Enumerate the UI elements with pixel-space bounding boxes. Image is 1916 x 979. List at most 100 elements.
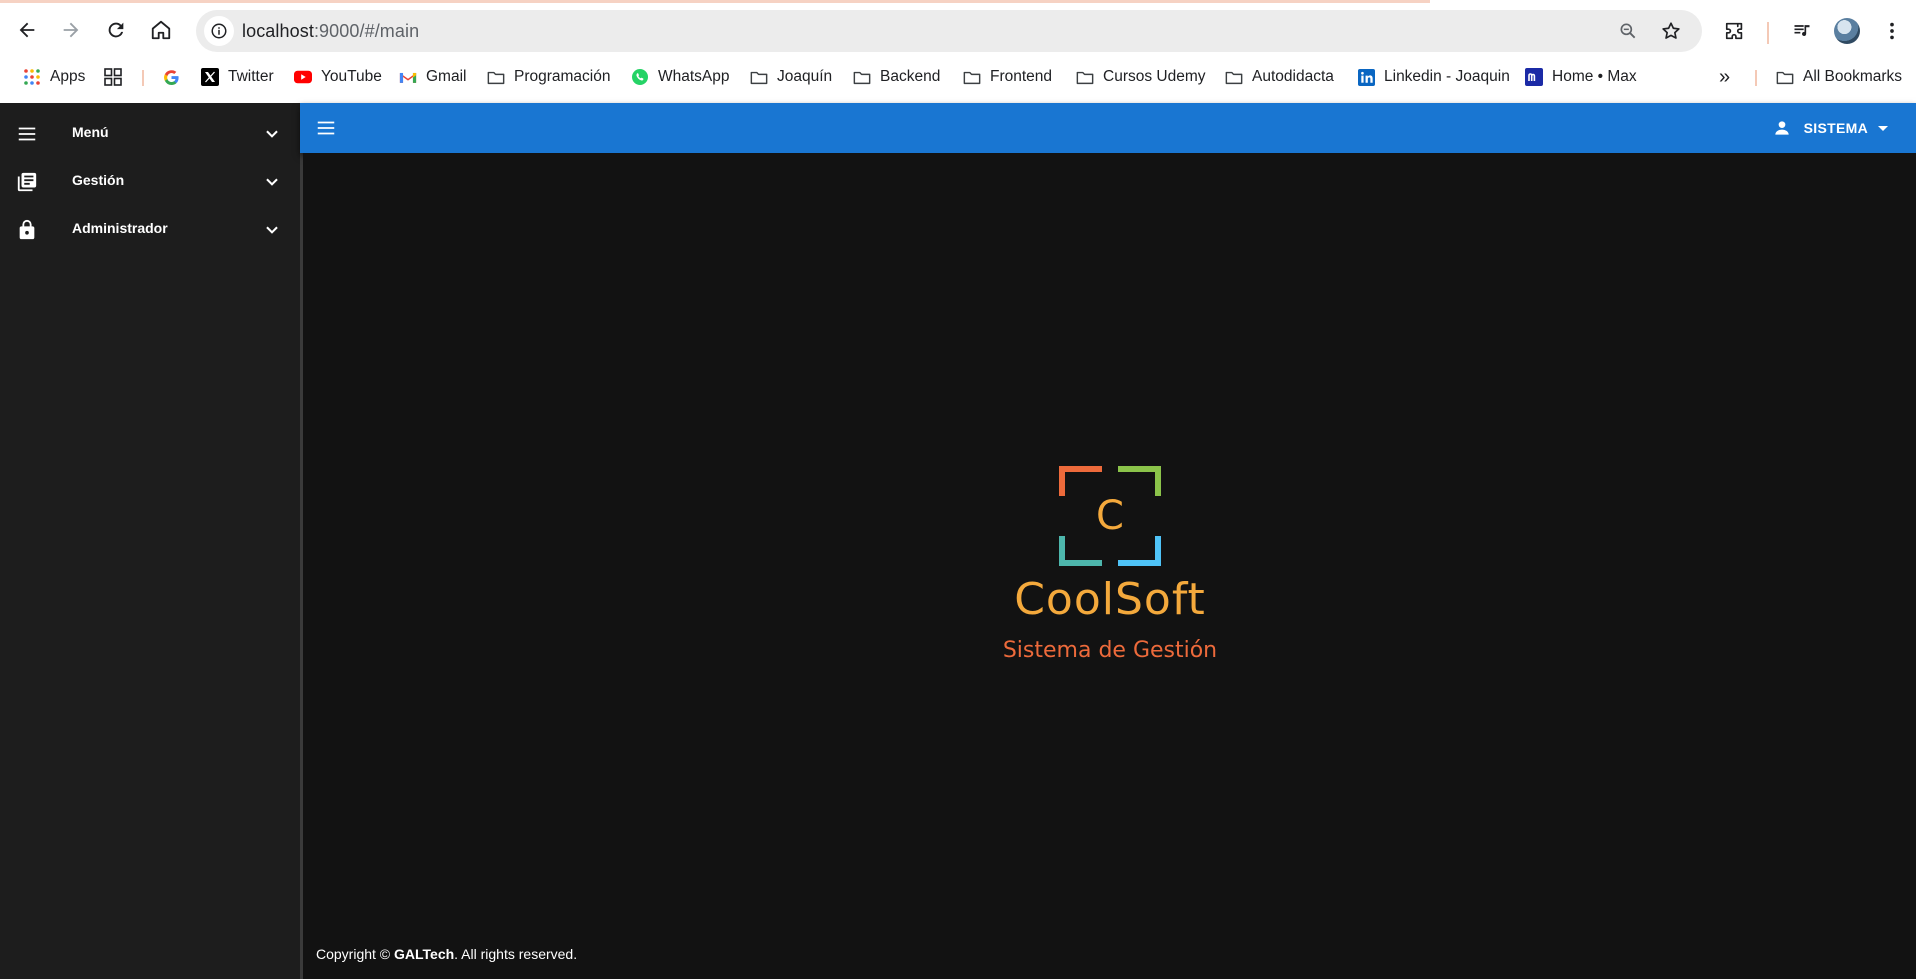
tab-groups-icon [104, 68, 122, 86]
sidebar: Menú Gestión Administrador [0, 103, 300, 979]
bookmark-frontend[interactable]: Frontend [963, 62, 1052, 92]
sidebar-item-administrador[interactable]: Administrador [0, 206, 300, 254]
bookmark-divider [142, 70, 144, 86]
media-controls-button[interactable] [1789, 18, 1815, 44]
site-info-button[interactable] [204, 16, 234, 46]
bookmark-tab-groups[interactable] [104, 62, 131, 92]
bookmark-autodidacta[interactable]: Autodidacta [1225, 62, 1334, 92]
main-content [303, 153, 1916, 979]
url-path: :9000/#/main [313, 21, 420, 41]
bookmark-label: Joaquín [777, 68, 833, 85]
company-name: GALTech [394, 946, 455, 962]
bookmark-label: Programación [514, 68, 611, 85]
youtube-icon [294, 68, 312, 86]
brand-name: CoolSoft [1014, 574, 1206, 625]
media-queue-icon [1794, 25, 1810, 36]
logo-letter: C [1096, 493, 1124, 539]
footer-copyright: Copyright © GALTech. All rights reserved… [316, 946, 577, 962]
bookmark-gmail[interactable]: Gmail [399, 62, 466, 92]
kebab-menu-icon [1890, 22, 1894, 40]
address-bar[interactable]: localhost:9000/#/main [196, 10, 1702, 52]
bookmark-label: Gmail [426, 68, 467, 85]
bookmark-programacion[interactable]: Programación [487, 62, 611, 92]
folder-icon [1225, 68, 1243, 86]
gmail-icon [399, 68, 417, 86]
coolsoft-logo: C [1059, 466, 1161, 566]
bookmark-joaquin[interactable]: Joaquín [750, 62, 832, 92]
lock-icon [15, 218, 39, 242]
bookmark-label: Backend [880, 68, 941, 85]
bookmark-star-button[interactable] [1659, 19, 1683, 43]
copyright-suffix: . All rights reserved. [454, 946, 578, 962]
bookmark-apps[interactable]: Apps [23, 62, 85, 92]
bookmark-label: Autodidacta [1252, 68, 1334, 85]
zoom-button[interactable] [1616, 19, 1640, 43]
all-bookmarks-button[interactable]: All Bookmarks [1776, 62, 1902, 92]
folder-icon [750, 68, 768, 86]
user-menu-button[interactable]: SISTEMA [1770, 115, 1888, 141]
arrow-left-icon [19, 22, 35, 38]
extensions-button[interactable] [1722, 18, 1748, 44]
bookmarks-bar: Apps Twitter YouTube Gmail Programación … [0, 62, 1916, 92]
menu-toggle-button[interactable] [314, 116, 338, 140]
bookmark-home-max[interactable]: Home • Max [1525, 62, 1637, 92]
bookmark-twitter[interactable]: Twitter [201, 62, 274, 92]
caret-down-icon [1878, 125, 1888, 131]
star-icon [1662, 22, 1680, 39]
user-name: SISTEMA [1803, 120, 1868, 136]
person-icon [1770, 116, 1794, 140]
url-host: localhost [242, 21, 314, 41]
bookmark-label: Apps [50, 68, 86, 85]
reload-button[interactable] [98, 12, 134, 48]
brand-tagline: Sistema de Gestión [1002, 638, 1218, 663]
address-row: localhost:9000/#/main [0, 7, 1916, 55]
chevron-down-icon [260, 170, 284, 194]
arrow-right-icon [63, 22, 79, 38]
folder-icon [1076, 68, 1094, 86]
hamburger-icon [15, 122, 39, 146]
browser-chrome: localhost:9000/#/main Apps Twitter YouTu… [0, 0, 1916, 103]
forward-button[interactable] [53, 12, 89, 48]
bookmark-label: Frontend [990, 68, 1053, 85]
sidebar-item-label: Gestión [72, 172, 125, 188]
bookmark-divider [1755, 70, 1757, 86]
avatar[interactable] [1834, 18, 1860, 44]
hamburger-icon [317, 121, 335, 135]
bookmark-label: Linkedin - Joaquin [1384, 68, 1510, 85]
linkedin-icon [1357, 68, 1375, 86]
bookmark-whatsapp[interactable]: WhatsApp [631, 62, 730, 92]
bookmark-label: Twitter [228, 68, 274, 85]
browser-menu-button[interactable] [1879, 18, 1905, 44]
bookmark-backend[interactable]: Backend [853, 62, 940, 92]
info-icon [211, 23, 227, 39]
sidebar-item-label: Administrador [72, 220, 168, 236]
bookmark-youtube[interactable]: YouTube [294, 62, 382, 92]
folder-icon [487, 68, 505, 86]
whatsapp-icon [631, 68, 649, 86]
back-button[interactable] [9, 12, 45, 48]
reload-icon [108, 22, 124, 38]
url-text[interactable]: localhost:9000/#/main [242, 21, 419, 42]
copyright-prefix: Copyright © [316, 946, 391, 962]
folder-icon [1776, 68, 1794, 86]
bookmark-cursos-udemy[interactable]: Cursos Udemy [1076, 62, 1206, 92]
home-icon [151, 20, 171, 40]
all-bookmarks-label: All Bookmarks [1803, 68, 1903, 85]
bookmark-google[interactable] [162, 62, 189, 92]
bookmark-label: WhatsApp [658, 68, 730, 85]
zoom-icon [1620, 23, 1636, 39]
bookmark-label: Home • Max [1552, 68, 1637, 85]
bookmark-label: Cursos Udemy [1103, 68, 1206, 85]
tab-strip-edge [0, 0, 1430, 3]
bookmark-label: YouTube [321, 68, 382, 85]
home-button[interactable] [143, 12, 179, 48]
sidebar-item-menu[interactable]: Menú [0, 110, 300, 158]
bookmarks-overflow-button[interactable]: » [1719, 62, 1730, 92]
top-app-bar: SISTEMA [300, 103, 1916, 153]
chevron-down-icon [260, 122, 284, 146]
bookmark-linkedin[interactable]: Linkedin - Joaquin [1357, 62, 1510, 92]
toolbar-divider [1767, 22, 1769, 44]
x-icon [201, 68, 219, 86]
sidebar-item-gestion[interactable]: Gestión [0, 158, 300, 206]
folder-icon [853, 68, 871, 86]
